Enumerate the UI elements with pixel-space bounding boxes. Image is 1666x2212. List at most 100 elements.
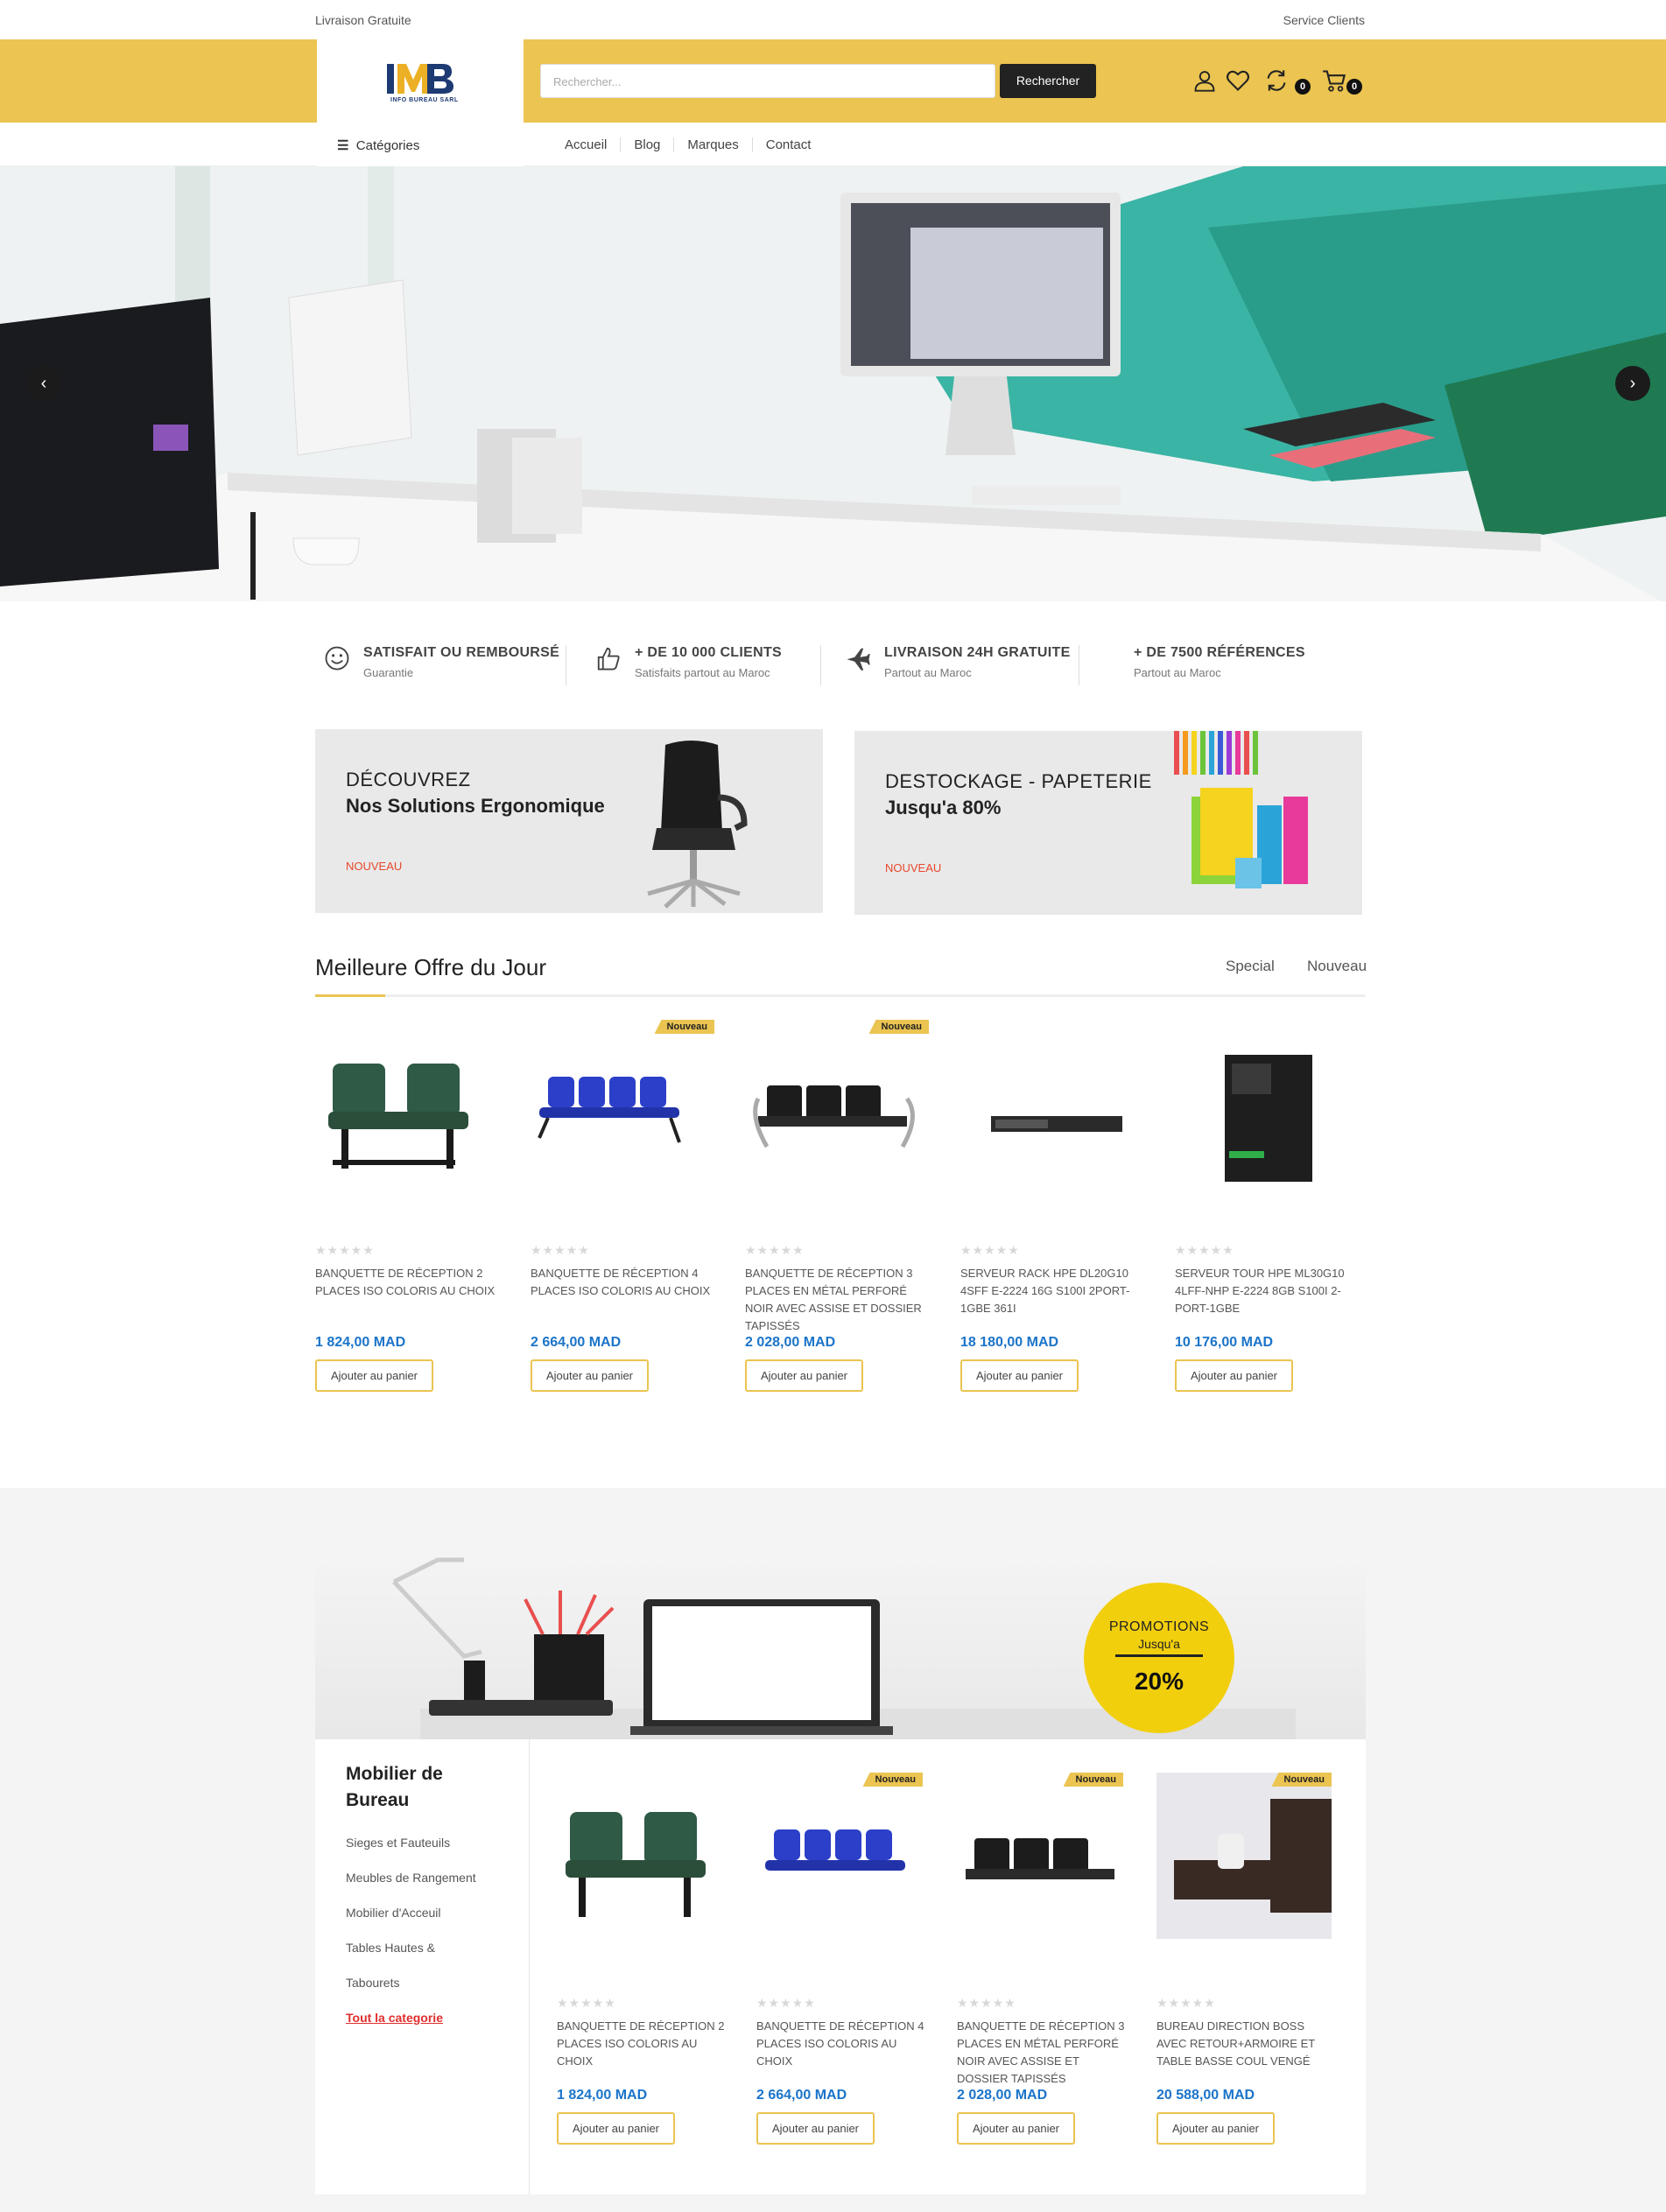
heart-icon[interactable] — [1226, 68, 1250, 93]
hero-slider: ‹ › — [0, 166, 1666, 601]
category-link[interactable]: Meubles de Rangement — [346, 1871, 476, 1885]
section-title: Meilleure Offre du Jour — [315, 954, 546, 980]
feature-title: + DE 7500 RÉFÉRENCES — [1134, 645, 1305, 660]
product-name[interactable]: BUREAU DIRECTION BOSS AVEC RETOUR+ARMOIR… — [1156, 2018, 1332, 2070]
banner-tag: NOUVEAU — [346, 860, 403, 873]
rating-stars: ★★★★★ — [557, 1996, 616, 2010]
menu-icon: ☰ — [337, 138, 349, 153]
product-name[interactable]: BANQUETTE DE RÉCEPTION 3 PLACES EN MÉTAL… — [957, 2018, 1132, 2088]
nav-item-contact[interactable]: Contact — [753, 137, 825, 152]
category-sidebar: Mobilier de Bureau Sieges et Fauteuils M… — [315, 1739, 530, 2194]
compare-count-badge: 0 — [1295, 79, 1311, 95]
promo-badge[interactable]: PROMOTIONS Jusqu'a 20% — [1084, 1583, 1234, 1733]
category-link[interactable]: Mobilier d'Acceuil — [346, 1906, 441, 1920]
slider-next-button[interactable]: › — [1615, 366, 1650, 401]
office-chair-image — [647, 741, 748, 909]
product-price: 18 180,00 MAD — [960, 1335, 1059, 1350]
feature-title: LIVRAISON 24H GRATUITE — [884, 645, 1071, 660]
product-name[interactable]: BANQUETTE DE RÉCEPTION 4 PLACES ISO COLO… — [531, 1265, 714, 1300]
add-to-cart-button[interactable]: Ajouter au panier — [960, 1359, 1079, 1392]
features-bar: SATISFAIT OU REMBOURSÉ Guarantie + DE 10 … — [315, 643, 1366, 687]
product-price: 2 664,00 MAD — [531, 1335, 622, 1350]
product-name[interactable]: BANQUETTE DE RÉCEPTION 3 PLACES EN MÉTAL… — [745, 1265, 929, 1335]
add-to-cart-button[interactable]: Ajouter au panier — [1156, 2112, 1276, 2145]
cart-icon[interactable] — [1322, 68, 1346, 93]
rating-stars: ★★★★★ — [756, 1996, 816, 2010]
site-logo[interactable] — [385, 57, 455, 102]
product-image — [966, 1838, 1114, 1879]
rating-stars: ★★★★★ — [531, 1243, 590, 1257]
category-title: Mobilier de Bureau — [346, 1764, 443, 1810]
compare-icon[interactable] — [1264, 68, 1289, 93]
rating-stars: ★★★★★ — [1175, 1243, 1234, 1257]
section-accent — [315, 994, 385, 997]
product-image — [753, 1085, 915, 1148]
category-link[interactable]: Tables Hautes & — [346, 1941, 435, 1955]
ergonomic-banner[interactable]: DÉCOUVREZ Nos Solutions Ergonomique NOUV… — [315, 729, 823, 913]
new-badge: Nouveau — [868, 1020, 929, 1034]
slider-prev-button[interactable]: ‹ — [26, 366, 61, 401]
product-image — [991, 1116, 1122, 1132]
product-name[interactable]: SERVEUR TOUR HPE ML30G10 4LFF-NHP E-2224… — [1175, 1265, 1359, 1317]
nav-item-accueil[interactable]: Accueil — [552, 137, 622, 152]
feature-subtitle: Satisfaits partout au Maroc — [635, 666, 770, 679]
top-bar: Livraison Gratuite Service Clients — [0, 0, 1666, 39]
nav-item-marques[interactable]: Marques — [674, 137, 753, 152]
free-delivery-text: Livraison Gratuite — [315, 13, 411, 27]
promo-sub: Jusqu'a — [1138, 1637, 1180, 1651]
main-nav — [0, 123, 1666, 166]
view-all-link[interactable]: Tout la categorie — [346, 2011, 443, 2025]
rating-stars: ★★★★★ — [957, 1996, 1016, 2010]
product-price: 2 664,00 MAD — [756, 2088, 847, 2103]
feature-subtitle: Partout au Maroc — [884, 666, 972, 679]
categories-label: Catégories — [355, 138, 420, 153]
logo-box: INFO BUREAU SARL ☰ Catégories — [317, 39, 524, 166]
product-image — [328, 1064, 468, 1169]
tab-nouveau[interactable]: Nouveau — [1307, 958, 1367, 975]
product-name[interactable]: BANQUETTE DE RÉCEPTION 2 PLACES ISO COLO… — [315, 1265, 499, 1300]
new-badge: Nouveau — [862, 1773, 923, 1787]
add-to-cart-button[interactable]: Ajouter au panier — [957, 2112, 1076, 2145]
section-divider — [315, 994, 1366, 997]
smile-icon — [325, 646, 349, 671]
categories-menu[interactable]: ☰ Catégories — [337, 137, 419, 153]
search-button[interactable]: Rechercher — [1000, 64, 1096, 98]
hero-image — [0, 166, 1666, 601]
add-to-cart-button[interactable]: Ajouter au panier — [315, 1359, 434, 1392]
search-input[interactable]: Rechercher... — [540, 64, 995, 98]
banner-subtitle: Jusqu'a 80% — [885, 797, 1002, 818]
add-to-cart-button[interactable]: Ajouter au panier — [745, 1359, 864, 1392]
nav-links: Accueil Blog Marques Contact — [552, 137, 824, 152]
add-to-cart-button[interactable]: Ajouter au panier — [531, 1359, 650, 1392]
user-icon[interactable] — [1192, 68, 1217, 93]
add-to-cart-button[interactable]: Ajouter au panier — [756, 2112, 875, 2145]
rating-stars: ★★★★★ — [960, 1243, 1020, 1257]
add-to-cart-button[interactable]: Ajouter au panier — [557, 2112, 676, 2145]
category-link[interactable]: Tabourets — [346, 1976, 399, 1990]
product-price: 2 028,00 MAD — [745, 1335, 836, 1350]
banner-subtitle: Nos Solutions Ergonomique — [346, 795, 605, 817]
divider — [820, 645, 821, 685]
customer-service-link[interactable]: Service Clients — [1283, 13, 1365, 27]
category-link[interactable]: Sieges et Fauteuils — [346, 1836, 450, 1850]
stationery-banner[interactable]: DESTOCKAGE - PAPETERIE Jusqu'a 80% NOUVE… — [854, 731, 1362, 915]
product-image — [1225, 1055, 1312, 1182]
feature-subtitle: Partout au Maroc — [1134, 666, 1221, 679]
add-to-cart-button[interactable]: Ajouter au panier — [1175, 1359, 1294, 1392]
new-badge: Nouveau — [654, 1020, 714, 1034]
product-price: 1 824,00 MAD — [315, 1335, 406, 1350]
rating-stars: ★★★★★ — [1156, 1996, 1216, 2010]
product-name[interactable]: BANQUETTE DE RÉCEPTION 2 PLACES ISO COLO… — [557, 2018, 732, 2070]
rating-stars: ★★★★★ — [315, 1243, 375, 1257]
product-image — [765, 1829, 905, 1871]
product-name[interactable]: BANQUETTE DE RÉCEPTION 4 PLACES ISO COLO… — [756, 2018, 931, 2070]
rating-stars: ★★★★★ — [745, 1243, 805, 1257]
product-name[interactable]: SERVEUR RACK HPE DL20G10 4SFF E-2224 16G… — [960, 1265, 1144, 1317]
product-price: 2 028,00 MAD — [957, 2088, 1048, 2103]
tab-special[interactable]: Special — [1226, 958, 1275, 975]
banner-title: DESTOCKAGE - PAPETERIE — [885, 770, 1152, 792]
promo-label: PROMOTIONS — [1108, 1619, 1210, 1634]
nav-item-blog[interactable]: Blog — [621, 137, 675, 152]
feature-subtitle: Guarantie — [363, 666, 414, 679]
banner-tag: NOUVEAU — [885, 861, 942, 874]
